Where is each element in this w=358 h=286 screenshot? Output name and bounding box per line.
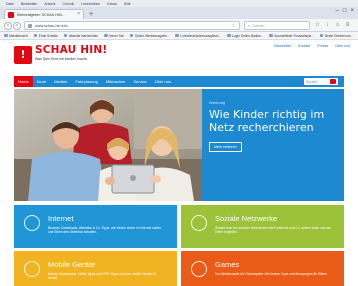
- address-bar[interactable]: www.schau-hin.info ☆: [24, 21, 240, 30]
- bookmark-icon: [319, 33, 324, 38]
- bookmark-item[interactable]: Ausmalbilder Fussballspie...: [269, 34, 314, 38]
- nav-item-service[interactable]: Service: [129, 76, 150, 87]
- tile-title: Games: [215, 260, 240, 269]
- site-search-button[interactable]: [330, 79, 336, 84]
- bookmark-item[interactable]: Login Online Bankin...: [227, 34, 263, 38]
- tile-internet[interactable]: Internet Browser, Downloads, Websites & …: [14, 205, 177, 248]
- tile-text: Worauf man bei sozialen Netzwerken wie F…: [215, 226, 331, 235]
- tab-bar: Elternratgeber: SCHAU HIN... × + – □ ×: [0, 7, 358, 19]
- social-network-icon: [191, 215, 207, 231]
- bookmark-item[interactable]: Neuer Tab: [104, 34, 124, 38]
- nav-item-home[interactable]: Home: [14, 76, 33, 87]
- util-link-contact[interactable]: Kontakt: [298, 44, 310, 48]
- maximize-icon[interactable]: □: [343, 8, 347, 14]
- bookmarks-bar: Meistbesucht Erste Schritte Aktuelle Nac…: [0, 32, 358, 40]
- close-window-icon[interactable]: ×: [350, 8, 354, 14]
- bookmark-icon: [227, 33, 231, 38]
- bookmark-item[interactable]: Meistbesucht: [4, 34, 28, 38]
- bookmark-icon: [63, 33, 68, 38]
- browser-menu-bar: Datei Bearbeiten Ansicht Chronik Lesezei…: [0, 0, 358, 7]
- util-link-about[interactable]: Über uns: [335, 44, 350, 48]
- tile-text: Browser, Downloads, Websites & Co. Tipps…: [48, 226, 161, 235]
- favicon-icon: [8, 11, 14, 18]
- bookmark-item[interactable]: Aktuelle Nachrichten: [63, 33, 98, 38]
- tile-text: Handy, Smartphone, Tablet, Apps und GPS:…: [48, 272, 157, 281]
- bookmark-icon: [129, 33, 134, 38]
- gamepad-icon: [191, 261, 207, 277]
- bookmark-icon: [104, 33, 108, 38]
- tab-title: Elternratgeber: SCHAU HIN...: [17, 12, 65, 17]
- browser-tab[interactable]: Elternratgeber: SCHAU HIN... ×: [4, 9, 84, 19]
- tile-text: Von Spielkonsole bis Onlinespiele: Die b…: [215, 272, 328, 276]
- hero-photo-family-with-tablet[interactable]: [14, 89, 202, 201]
- menu-history[interactable]: Chronik: [62, 2, 74, 6]
- site-search-field[interactable]: Suchen: [304, 78, 338, 85]
- menu-file[interactable]: Datei: [6, 2, 14, 6]
- main-navigation: Home Neue Medien Fahrplanung Mitmachen S…: [14, 76, 344, 87]
- download-icon[interactable]: ↓: [324, 22, 331, 29]
- bookmark-item[interactable]: Beste Telefonnum...: [319, 33, 353, 38]
- site-logo[interactable]: ! SCHAU HIN! Was Dein Kind mit Medien ma…: [14, 43, 107, 67]
- tile-mobile-devices[interactable]: Mobile Geräte Handy, Smartphone, Tablet,…: [14, 251, 177, 286]
- site-identity-icon[interactable]: [28, 23, 32, 28]
- toolbar-icons: ☆ ↓ ⌂ ≡: [314, 22, 351, 29]
- nav-item-new[interactable]: Neue: [33, 76, 51, 87]
- site-header: ! SCHAU HIN! Was Dein Kind mit Medien ma…: [0, 40, 358, 73]
- bookmark-icon: [175, 33, 179, 38]
- window-controls: – □ ×: [336, 8, 354, 14]
- browser-search-field[interactable]: ⌕ Suchen: [244, 21, 310, 30]
- home-icon[interactable]: ⌂: [334, 22, 341, 29]
- hero-teaser: Werbung Wie Kinder richtig im Netz reche…: [14, 89, 344, 201]
- close-tab-icon[interactable]: ×: [77, 12, 80, 17]
- bookmark-star-icon[interactable]: ☆: [232, 23, 236, 29]
- menu-view[interactable]: Ansicht: [44, 2, 55, 6]
- menu-bookmarks[interactable]: Lesezeichen: [81, 2, 100, 6]
- hero-more-button[interactable]: Mehr erfahren: [209, 142, 242, 152]
- menu-help[interactable]: Hilfe: [124, 2, 131, 6]
- menu-tools[interactable]: Extras: [107, 2, 117, 6]
- smartphone-icon: [24, 261, 40, 277]
- web-page: ! SCHAU HIN! Was Dein Kind mit Medien ma…: [0, 40, 358, 286]
- logo-title: SCHAU HIN!: [35, 44, 108, 56]
- hero-illustration: [14, 89, 202, 201]
- logo-mark: !: [14, 46, 32, 64]
- back-button[interactable]: ‹: [4, 22, 12, 30]
- nav-item-participate[interactable]: Mitmachen: [102, 76, 130, 87]
- new-tab-button[interactable]: +: [87, 11, 95, 18]
- bookmark-item[interactable]: Online-Werbeausgabe...: [129, 33, 169, 38]
- nav-item-media[interactable]: Medien: [50, 76, 71, 87]
- bookmark-item[interactable]: Lohnsteuerjahresausgleich...: [175, 34, 221, 38]
- menu-edit[interactable]: Bearbeiten: [21, 2, 37, 6]
- nav-item-planning[interactable]: Fahrplanung: [71, 76, 101, 87]
- nav-item-about[interactable]: Über uns: [151, 76, 175, 87]
- logo-subtitle: Was Dein Kind mit Medien macht.: [35, 57, 88, 61]
- tile-social-networks[interactable]: Soziale Netzwerke Worauf man bei soziale…: [181, 205, 344, 248]
- util-link-newsletter[interactable]: Newsletter: [274, 44, 291, 48]
- hero-text-panel: Werbung Wie Kinder richtig im Netz reche…: [202, 89, 344, 201]
- topic-tiles: Internet Browser, Downloads, Websites & …: [14, 205, 344, 286]
- minimize-icon[interactable]: –: [336, 8, 339, 14]
- hero-heading[interactable]: Wie Kinder richtig im Netz recherchieren: [209, 108, 336, 134]
- bookmark-icon: [33, 33, 38, 38]
- laptop-icon: [24, 215, 40, 231]
- search-icon: ⌕: [248, 23, 251, 28]
- browser-nav-bar: ‹ › www.schau-hin.info ☆ ⌕ Suchen ☆ ↓ ⌂ …: [0, 19, 358, 32]
- bookmark-item[interactable]: Erste Schritte: [33, 33, 58, 38]
- tile-games[interactable]: Games Von Spielkonsole bis Onlinespiele:…: [181, 251, 344, 286]
- bookmark-icon: [269, 33, 273, 38]
- site-search-placeholder: Suchen: [306, 79, 318, 84]
- tile-title: Mobile Geräte: [48, 260, 96, 269]
- forward-button[interactable]: ›: [13, 22, 21, 30]
- tile-title: Internet: [48, 214, 74, 223]
- star-icon[interactable]: ☆: [314, 22, 321, 29]
- hero-kicker: Werbung: [209, 100, 226, 105]
- menu-icon[interactable]: ≡: [344, 22, 351, 29]
- bookmark-icon: [4, 33, 8, 38]
- tile-title: Soziale Netzwerke: [215, 214, 278, 223]
- utility-links: Newsletter Kontakt Presse Über uns: [274, 44, 350, 48]
- url-text: www.schau-hin.info: [35, 23, 68, 28]
- search-placeholder: Suchen: [252, 23, 265, 28]
- util-link-press[interactable]: Presse: [317, 44, 328, 48]
